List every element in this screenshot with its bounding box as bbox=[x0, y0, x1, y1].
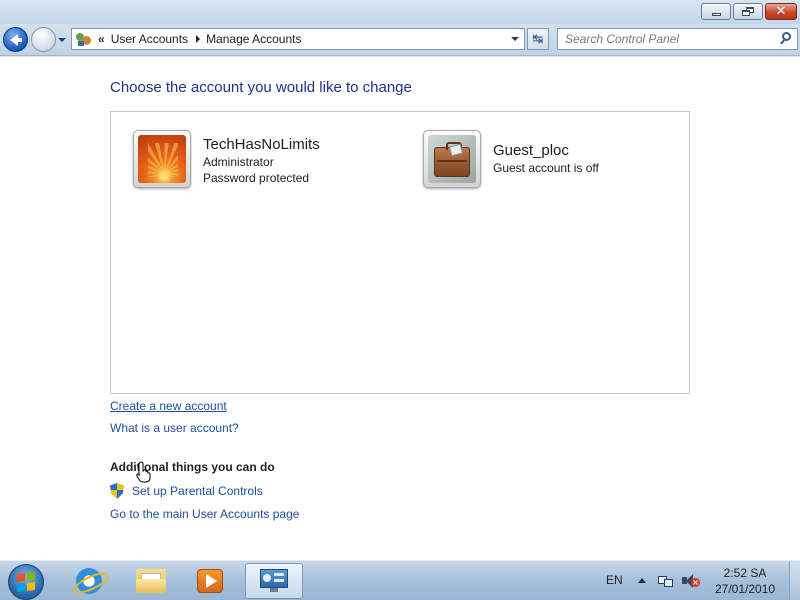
account-tile-guest[interactable]: Guest_ploc Guest account is off bbox=[423, 130, 599, 188]
search-icon[interactable] bbox=[779, 32, 793, 46]
address-bar[interactable]: « User Accounts Manage Accounts bbox=[71, 28, 525, 50]
refresh-button[interactable]: ↹ bbox=[527, 28, 549, 50]
recent-pages-button[interactable] bbox=[57, 34, 67, 46]
parental-controls-label: Set up Parental Controls bbox=[132, 484, 263, 498]
internet-explorer-icon bbox=[76, 568, 102, 594]
refresh-icon: ↹ bbox=[532, 31, 544, 47]
avatar bbox=[133, 130, 191, 188]
account-password-status: Password protected bbox=[203, 171, 310, 185]
breadcrumb-chevron-icon[interactable] bbox=[196, 35, 201, 43]
media-player-icon bbox=[197, 569, 223, 593]
search-input[interactable] bbox=[558, 29, 768, 49]
taskbar: EN × 2:52 SA 27/01/2010 bbox=[0, 560, 800, 600]
breadcrumb-overflow[interactable]: « bbox=[98, 32, 105, 46]
taskbar-windows-explorer[interactable] bbox=[122, 563, 180, 599]
additional-tasks-heading: Additional things you can do bbox=[110, 460, 275, 474]
window-title-bar: ✕ bbox=[0, 0, 800, 24]
back-arrow-icon bbox=[9, 33, 22, 46]
folder-icon bbox=[136, 569, 166, 593]
control-panel-icon bbox=[260, 569, 288, 593]
account-status: Guest account is off bbox=[493, 161, 599, 175]
start-button[interactable] bbox=[8, 564, 44, 600]
input-language-indicator[interactable]: EN bbox=[606, 573, 623, 587]
forward-button[interactable] bbox=[31, 27, 56, 52]
network-icon[interactable] bbox=[658, 573, 674, 589]
system-clock[interactable]: 2:52 SA 27/01/2010 bbox=[706, 565, 784, 597]
account-tile-techhasnolimits[interactable]: TechHasNoLimits Administrator Password p… bbox=[133, 130, 320, 188]
taskbar-control-panel[interactable] bbox=[245, 563, 303, 599]
suitcase-avatar-icon bbox=[428, 135, 476, 183]
volume-muted-icon[interactable]: × bbox=[682, 573, 700, 589]
orange-flower-avatar-icon bbox=[138, 135, 186, 183]
account-name: Guest_ploc bbox=[493, 142, 569, 159]
address-dropdown-button[interactable] bbox=[508, 32, 522, 46]
what-is-user-account-link[interactable]: What is a user account? bbox=[110, 421, 239, 435]
close-button[interactable]: ✕ bbox=[765, 3, 797, 20]
main-content: Choose the account you would like to cha… bbox=[0, 57, 800, 560]
restore-icon bbox=[742, 6, 754, 17]
user-accounts-icon bbox=[76, 31, 92, 47]
minimize-button[interactable] bbox=[701, 3, 731, 20]
minimize-icon bbox=[711, 12, 721, 16]
search-box bbox=[557, 28, 798, 50]
restore-button[interactable] bbox=[733, 3, 763, 20]
hand-cursor-icon bbox=[136, 461, 151, 483]
account-name: TechHasNoLimits bbox=[203, 136, 320, 153]
main-user-accounts-link[interactable]: Go to the main User Accounts page bbox=[110, 507, 299, 521]
windows-logo-icon bbox=[17, 572, 35, 592]
breadcrumb-manage-accounts[interactable]: Manage Accounts bbox=[206, 32, 301, 46]
clock-date: 27/01/2010 bbox=[714, 582, 776, 596]
taskbar-media-player[interactable] bbox=[181, 563, 239, 599]
taskbar-internet-explorer[interactable] bbox=[60, 563, 118, 599]
back-button[interactable] bbox=[3, 27, 28, 52]
accounts-panel: TechHasNoLimits Administrator Password p… bbox=[110, 111, 690, 394]
show-hidden-icons-icon[interactable] bbox=[638, 578, 646, 583]
navigation-bar: « User Accounts Manage Accounts ↹ bbox=[0, 24, 800, 56]
parental-controls-link[interactable]: Set up Parental Controls bbox=[110, 483, 263, 499]
close-icon: ✕ bbox=[775, 4, 787, 19]
page-title: Choose the account you would like to cha… bbox=[110, 79, 412, 96]
account-type: Administrator bbox=[203, 155, 274, 169]
shield-icon bbox=[110, 483, 124, 499]
chevron-down-icon bbox=[511, 37, 519, 41]
show-desktop-button[interactable] bbox=[789, 561, 800, 600]
avatar bbox=[423, 130, 481, 188]
create-account-link[interactable]: Create a new account bbox=[110, 399, 227, 413]
breadcrumb-user-accounts[interactable]: User Accounts bbox=[111, 32, 188, 46]
clock-time: 2:52 SA bbox=[723, 566, 767, 580]
chevron-down-icon bbox=[58, 38, 66, 42]
